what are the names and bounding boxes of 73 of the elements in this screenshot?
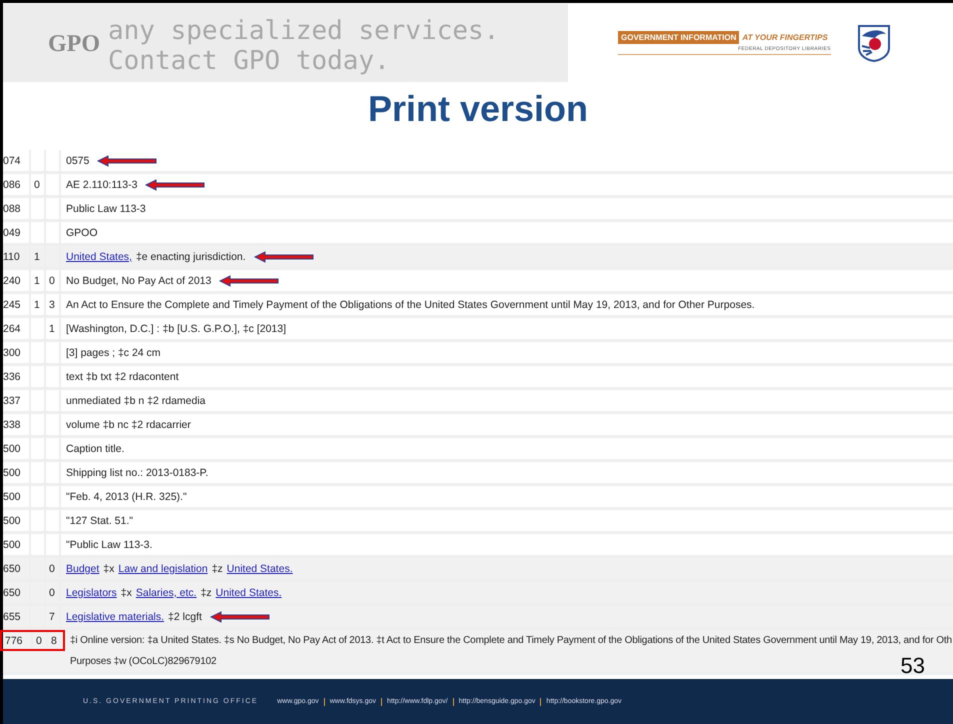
field-value: ‡x bbox=[120, 586, 132, 599]
indicator: 0 bbox=[46, 582, 61, 604]
field-tag: 245 bbox=[3, 294, 31, 316]
field-value: [3] pages ; ‡c 24 cm bbox=[66, 346, 161, 359]
field-tag: 264 bbox=[3, 318, 31, 340]
field-value: Shipping list no.: 2013-0183-P. bbox=[66, 466, 208, 479]
field-tag: 500 bbox=[3, 486, 31, 508]
field-value: "Public Law 113-3. bbox=[66, 538, 152, 551]
field-value: "127 Stat. 51." bbox=[66, 514, 133, 527]
indicator: 1 bbox=[31, 246, 46, 268]
field-tag: 650 bbox=[3, 558, 31, 580]
field-value: "Feb. 4, 2013 (H.R. 325)." bbox=[66, 490, 187, 503]
field-value: 0575 bbox=[66, 154, 90, 167]
field-tag: 500 bbox=[3, 462, 31, 484]
field-value: Caption title. bbox=[66, 442, 124, 455]
subject-link[interactable]: Salaries, etc. bbox=[136, 586, 197, 599]
field-tag: 776 bbox=[5, 632, 33, 650]
indicator: 0 bbox=[46, 270, 61, 292]
indicator: 1 bbox=[46, 318, 61, 340]
indicator: 0 bbox=[31, 174, 46, 196]
field-value: text ‡b txt ‡2 rdacontent bbox=[66, 370, 179, 383]
slide-title: Print version bbox=[366, 86, 590, 131]
field-value: ‡e enacting jurisdiction. bbox=[136, 250, 246, 263]
field-value: ‡z bbox=[200, 586, 212, 599]
tagline-text: AT YOUR FINGERTIPS bbox=[741, 32, 829, 42]
field-tag: 650 bbox=[3, 582, 31, 604]
field-value: ‡2 lcgft bbox=[168, 610, 202, 623]
field-tag: 110 bbox=[3, 246, 31, 268]
field-value: ‡i Online version: ‡a United States. ‡s No Budget, No Pay Act of 2013. ‡t Act to Ensure the Complete and Timely Payment of the Obligations of the United States Government until May 19, 2013, and for Oth bbox=[70, 635, 952, 646]
banner-background-text: any specialized services. bbox=[108, 16, 500, 46]
banner-background-text: Contact GPO today. bbox=[108, 46, 390, 76]
subject-link[interactable]: Legislative materials. bbox=[66, 610, 164, 623]
field-tag: 086 bbox=[3, 174, 31, 196]
indicator: 1 bbox=[31, 294, 46, 316]
field-tag: 336 bbox=[3, 366, 31, 388]
field-tag: 338 bbox=[3, 414, 31, 436]
field-value: An Act to Ensure the Complete and Timely Payment of the Obligations of the United States Government until May 19, 2013, and for Other Purposes. bbox=[66, 298, 755, 311]
subject-link[interactable]: United States. bbox=[226, 562, 293, 575]
subject-link[interactable]: Law and legislation bbox=[118, 562, 208, 575]
field-value: No Budget, No Pay Act of 2013 bbox=[66, 274, 212, 287]
subject-link[interactable]: United States. bbox=[216, 586, 282, 599]
indicator: 0 bbox=[46, 558, 61, 580]
field-tag: 049 bbox=[3, 222, 31, 244]
field-value: Purposes ‡w (OCoLC)829679102 bbox=[70, 656, 216, 668]
field-value: Public Law 113-3 bbox=[66, 202, 146, 215]
gpo-logo: GPO bbox=[48, 31, 100, 58]
field-tag: 500 bbox=[3, 534, 31, 556]
subject-link[interactable]: Legislators bbox=[66, 586, 117, 599]
field-tag: 074 bbox=[3, 150, 31, 172]
indicator: 3 bbox=[46, 294, 61, 316]
indicator: 7 bbox=[46, 606, 61, 628]
subject-link[interactable]: United States, bbox=[66, 250, 132, 263]
field-tag: 500 bbox=[3, 510, 31, 532]
field-value: AE 2.110:113-3 bbox=[66, 178, 138, 191]
field-value: unmediated ‡b n ‡2 rdamedia bbox=[66, 394, 206, 407]
field-value: ‡z bbox=[212, 562, 223, 575]
subject-link[interactable]: Budget bbox=[66, 562, 100, 575]
indicator: 1 bbox=[31, 270, 46, 292]
field-tag: 500 bbox=[3, 438, 31, 460]
field-tag: 337 bbox=[3, 390, 31, 412]
field-tag: 655 bbox=[3, 606, 31, 628]
field-tag: 088 bbox=[3, 198, 31, 220]
indicator: 8 bbox=[48, 632, 63, 650]
field-tag: 240 bbox=[3, 270, 31, 292]
slide-number: 53 bbox=[900, 653, 925, 680]
indicator: 0 bbox=[33, 632, 48, 650]
tagline-text: GOVERNMENT INFORMATION bbox=[618, 30, 740, 44]
field-tag: 300 bbox=[3, 342, 31, 364]
eagle-emblem-icon bbox=[856, 24, 891, 62]
field-value: volume ‡b nc ‡2 rdacarrier bbox=[66, 418, 191, 431]
field-value: GPOO bbox=[66, 226, 98, 239]
field-value: [Washington, D.C.] : ‡b [U.S. G.P.O.], ‡c [2013] bbox=[66, 322, 286, 335]
field-value: ‡x bbox=[103, 562, 114, 575]
